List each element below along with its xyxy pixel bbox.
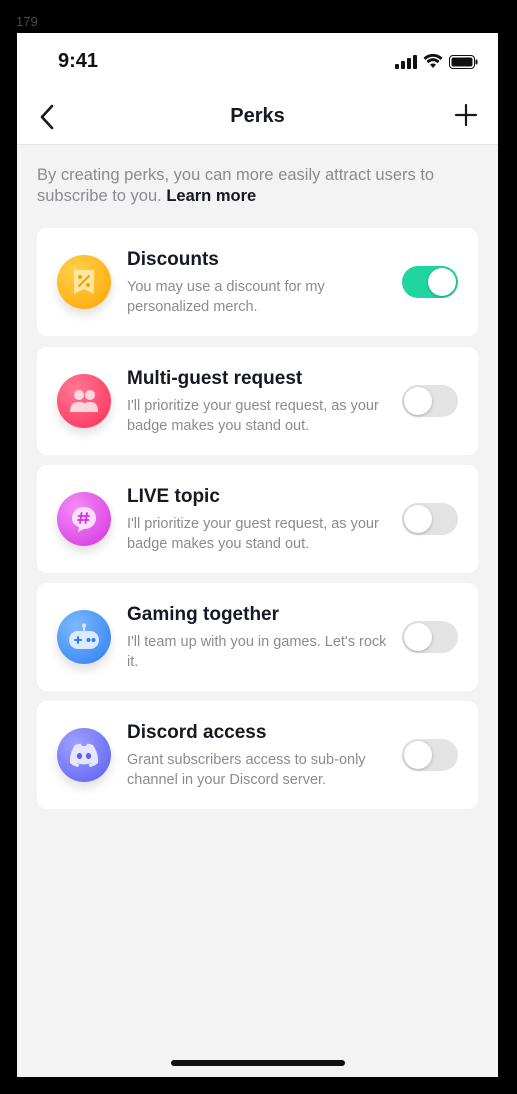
discount-tag-icon <box>57 255 111 309</box>
perk-toggle-multi-guest[interactable] <box>402 385 458 417</box>
perk-title: Multi-guest request <box>127 368 303 389</box>
perk-title: Discounts <box>127 249 219 270</box>
perk-card-gaming: Gaming together I'll team up with you in… <box>37 583 478 691</box>
perk-card-discord: Discord access Grant subscribers access … <box>37 701 478 809</box>
intro-text: By creating perks, you can more easily a… <box>37 165 477 207</box>
phone-screen: 9:41 Perks By creating perks, you can mo… <box>17 33 498 1077</box>
game-controller-icon <box>57 610 111 664</box>
people-icon <box>57 374 111 428</box>
toggle-knob <box>428 268 456 296</box>
toggle-knob <box>404 741 432 769</box>
signal-icon <box>395 54 417 69</box>
frame-label: 179 <box>16 14 38 29</box>
status-time: 9:41 <box>58 50 99 72</box>
perk-card-live-topic: LIVE topic I'll prioritize your guest re… <box>37 465 478 573</box>
page-title: Perks <box>230 105 285 127</box>
toggle-knob <box>404 387 432 415</box>
perk-toggle-discord[interactable] <box>402 739 458 771</box>
toggle-knob <box>404 623 432 651</box>
wifi-icon <box>423 54 443 68</box>
perk-description: You may use a discount for my personaliz… <box>127 279 325 315</box>
perk-toggle-discounts[interactable] <box>402 266 458 298</box>
perk-toggle-live-topic[interactable] <box>402 503 458 535</box>
toggle-knob <box>404 505 432 533</box>
perk-title: LIVE topic <box>127 486 220 507</box>
perk-card-multi-guest: Multi-guest request I'll prioritize your… <box>37 347 478 455</box>
add-perk-icon[interactable] <box>454 103 478 127</box>
perk-card-discounts: Discounts You may use a discount for my … <box>37 228 478 336</box>
hashtag-chat-icon <box>57 492 111 546</box>
perk-description: Grant subscribers access to sub-only cha… <box>127 752 366 788</box>
battery-icon <box>449 54 478 69</box>
perk-description: I'll prioritize your guest request, as y… <box>127 516 379 552</box>
header: 9:41 Perks <box>17 33 498 145</box>
discord-icon <box>57 728 111 782</box>
perk-description: I'll prioritize your guest request, as y… <box>127 398 379 434</box>
perk-description: I'll team up with you in games. Let's ro… <box>127 634 387 670</box>
perk-title: Discord access <box>127 722 267 743</box>
perk-toggle-gaming[interactable] <box>402 621 458 653</box>
home-indicator <box>171 1060 345 1066</box>
status-icons <box>395 54 478 69</box>
learn-more-link[interactable]: Learn more <box>166 187 256 205</box>
perk-title: Gaming together <box>127 604 280 625</box>
